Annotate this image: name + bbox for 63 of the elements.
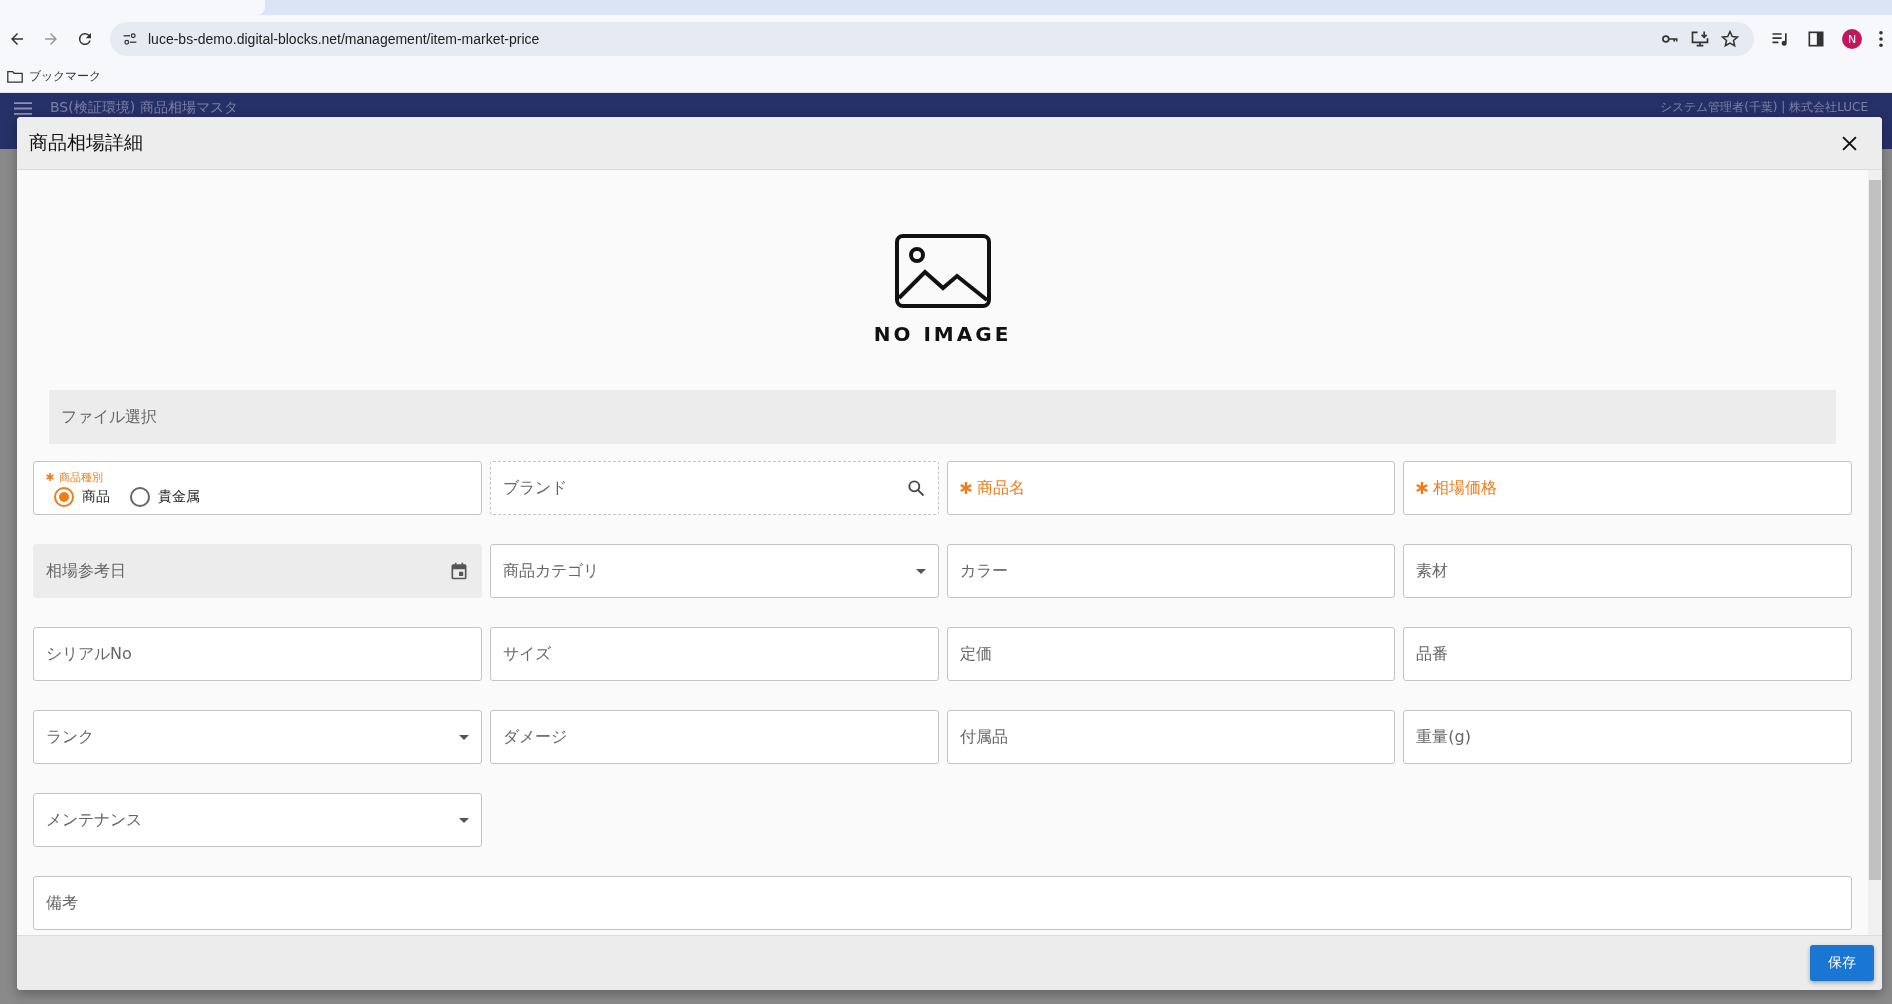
field-placeholder: 商品カテゴリ	[502, 560, 599, 582]
menu-icon[interactable]	[14, 102, 32, 115]
required-asterisk-icon	[1416, 482, 1429, 494]
folder-icon	[7, 70, 23, 83]
dropdown-caret-icon[interactable]	[458, 734, 469, 740]
profile-avatar[interactable]: N	[1842, 29, 1862, 49]
image-placeholder-icon	[894, 234, 991, 308]
input-field[interactable]: 品番	[1403, 627, 1852, 681]
bookmark-folder[interactable]: ブックマーク	[7, 68, 101, 85]
file-select-field[interactable]: ファイル選択	[49, 390, 1836, 444]
date-field[interactable]: 相場参考日	[33, 544, 482, 598]
input-field[interactable]: 重量(g)	[1403, 710, 1852, 764]
field-placeholder: サイズ	[502, 643, 551, 665]
search-icon[interactable]	[905, 478, 926, 498]
more-menu-icon[interactable]	[1878, 30, 1884, 48]
field-label: 商品種別	[46, 469, 103, 485]
user-name: システム管理者(千葉) | 株式会社LUCE	[1660, 99, 1868, 116]
field-placeholder: 素材	[1416, 560, 1449, 582]
input-field[interactable]: 備考	[33, 876, 1852, 930]
address-bar[interactable]: luce-bs-demo.digital-blocks.net/management/item-market-price	[110, 22, 1754, 56]
field-placeholder: メンテナンス	[46, 809, 142, 831]
dropdown-caret-icon[interactable]	[915, 568, 926, 574]
input-field[interactable]: 定価	[946, 627, 1396, 681]
field-placeholder: ブランド	[502, 477, 567, 499]
select-field[interactable]: 商品カテゴリ	[489, 544, 939, 598]
select-field[interactable]: メンテナンス	[33, 793, 482, 847]
field-placeholder: ダメージ	[502, 726, 567, 748]
radio-option[interactable]: 商品	[54, 486, 110, 507]
required-asterisk-icon	[46, 473, 54, 481]
dialog-title: 商品相場詳細	[29, 130, 143, 155]
field-placeholder: 商品名	[959, 477, 1025, 499]
close-icon[interactable]	[1842, 135, 1857, 151]
select-field[interactable]: ランク	[33, 710, 482, 764]
field-placeholder: 相場価格	[1416, 477, 1498, 499]
input-field[interactable]: カラー	[946, 544, 1396, 598]
field-placeholder: 品番	[1416, 643, 1449, 665]
field-placeholder: 重量(g)	[1416, 726, 1471, 748]
radio-option[interactable]: 貴金属	[130, 486, 200, 507]
input-field[interactable]: ダメージ	[489, 710, 939, 764]
field-placeholder: シリアルNo	[46, 643, 132, 665]
field-placeholder: 付属品	[959, 726, 1008, 748]
required-asterisk-icon	[959, 482, 972, 494]
no-image-caption: NO IMAGE	[873, 322, 1012, 346]
save-button[interactable]: 保存	[1810, 945, 1874, 981]
site-settings-icon[interactable]	[122, 31, 138, 47]
input-field[interactable]: サイズ	[489, 627, 939, 681]
field-placeholder: カラー	[959, 560, 1008, 582]
input-field[interactable]: 素材	[1403, 544, 1852, 598]
dropdown-caret-icon[interactable]	[458, 817, 469, 823]
url-text: luce-bs-demo.digital-blocks.net/management/item-market-price	[148, 31, 540, 47]
star-icon[interactable]	[1720, 29, 1740, 49]
forward-arrow-icon[interactable]	[42, 30, 60, 48]
reload-icon[interactable]	[76, 30, 94, 48]
input-field[interactable]: ブランド	[489, 461, 939, 515]
field-placeholder: 相場参考日	[46, 560, 126, 582]
input-field[interactable]: 付属品	[946, 710, 1396, 764]
input-field[interactable]: シリアルNo	[33, 627, 482, 681]
app-title: BS(検証環境) 商品相場マスタ	[50, 99, 238, 117]
field-placeholder: 定価	[959, 643, 992, 665]
side-panel-icon[interactable]	[1806, 29, 1826, 49]
install-app-icon[interactable]	[1690, 29, 1710, 49]
field-placeholder: ランク	[46, 726, 94, 748]
field-placeholder: 備考	[46, 892, 78, 914]
